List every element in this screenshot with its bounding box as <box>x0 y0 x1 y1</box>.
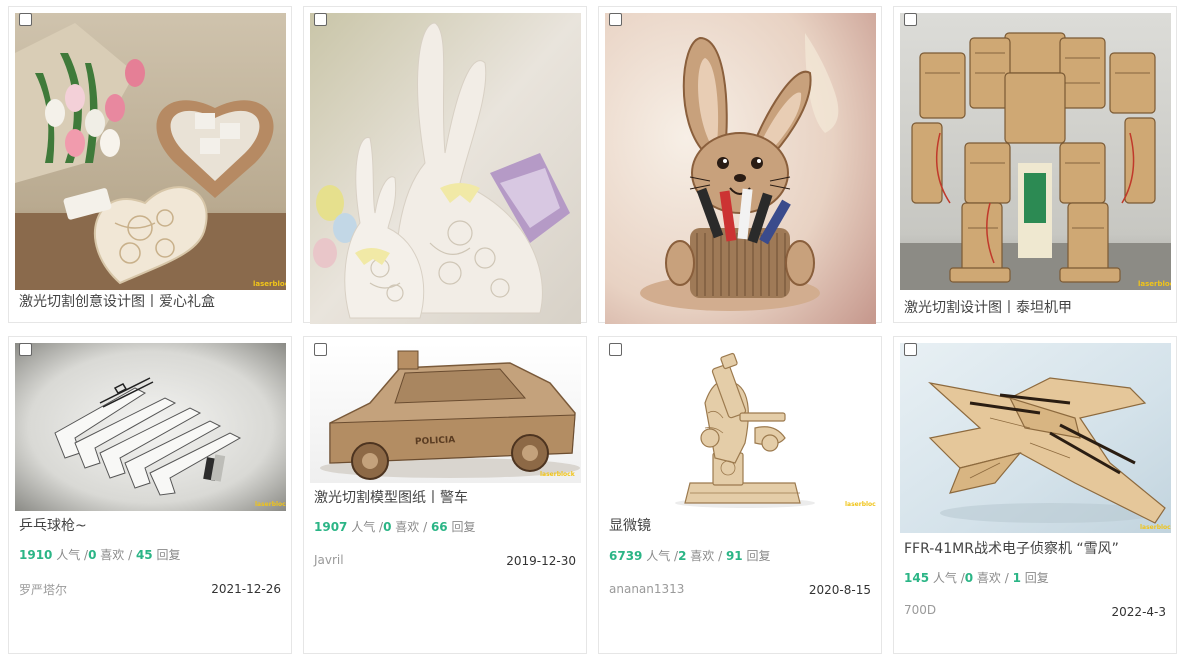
post-card[interactable]: laserblock 乒乓球枪~ 1910 人气 /0 喜欢 / 45 回复 罗… <box>8 336 292 654</box>
post-thumbnail[interactable]: laserblock <box>15 13 286 290</box>
likes-count: 0 <box>964 571 974 585</box>
post-title[interactable]: 激光切割模型图纸丨警车 <box>314 487 468 507</box>
watermark: laserblock <box>255 501 286 508</box>
post-date: 2022-4-3 <box>1111 605 1166 619</box>
post-card[interactable]: laserblock FFR-41MR战术电子侦察机 “雪风” 145 人气 /… <box>893 336 1177 654</box>
post-title[interactable]: 激光切割设计图丨泰坦机甲 <box>904 297 1072 317</box>
post-thumbnail[interactable]: laserblock <box>15 343 286 511</box>
select-checkbox[interactable] <box>904 13 917 26</box>
post-card[interactable]: laserblock 显微镜 6739 人气 /2 喜欢 / 91 回复 ana… <box>598 336 882 654</box>
ping-pong-gun-image: laserblock <box>15 343 286 511</box>
microscope-image: laserblock <box>605 343 876 511</box>
replies-count: 45 <box>135 548 153 562</box>
titan-mech-image: laserblock <box>900 13 1171 290</box>
post-stats: 145 人气 /0 喜欢 / 1 回复 <box>904 571 1049 585</box>
post-stats: 1907 人气 /0 喜欢 / 66 回复 <box>314 520 476 534</box>
select-checkbox[interactable] <box>609 343 622 356</box>
views-count: 145 <box>904 571 930 585</box>
watermark: laserblock <box>1140 524 1171 531</box>
post-card[interactable] <box>303 6 587 324</box>
watermark: laserblock <box>1138 280 1171 288</box>
lace-rabbits-image <box>310 13 581 324</box>
author-name[interactable]: 700D <box>904 603 936 617</box>
post-card[interactable] <box>598 6 882 324</box>
replies-count: 1 <box>1012 571 1021 585</box>
select-checkbox[interactable] <box>904 343 917 356</box>
watermark: laserblock <box>845 501 876 508</box>
jet-plane-image: laserblock <box>900 343 1171 533</box>
select-checkbox[interactable] <box>314 13 327 26</box>
author-name[interactable]: ananan1313 <box>609 582 684 596</box>
post-card[interactable]: laserblock 激光切割创意设计图丨爱心礼盒 <box>8 6 292 323</box>
post-thumbnail[interactable]: laserblock <box>900 13 1171 290</box>
post-thumbnail[interactable]: POLICIA laserblock <box>310 343 581 483</box>
post-thumbnail[interactable] <box>310 13 581 324</box>
watermark: laserblock <box>540 471 576 478</box>
author-name[interactable]: 罗严塔尔 <box>19 581 67 598</box>
select-checkbox[interactable] <box>314 343 327 356</box>
views-count: 6739 <box>609 549 643 563</box>
car-label: POLICIA <box>415 435 456 447</box>
post-thumbnail[interactable]: laserblock <box>605 343 876 511</box>
post-stats: 6739 人气 /2 喜欢 / 91 回复 <box>609 549 771 563</box>
views-count: 1910 <box>19 548 53 562</box>
post-thumbnail[interactable] <box>605 13 876 324</box>
heart-gift-box-image: laserblock <box>15 13 286 290</box>
post-stats: 1910 人气 /0 喜欢 / 45 回复 <box>19 548 181 562</box>
watermark: laserblock <box>253 280 286 288</box>
select-checkbox[interactable] <box>19 13 32 26</box>
post-title[interactable]: 显微镜 <box>609 515 651 535</box>
post-date: 2020-8-15 <box>808 583 871 597</box>
post-title[interactable]: 激光切割创意设计图丨爱心礼盒 <box>19 291 215 311</box>
select-checkbox[interactable] <box>19 343 32 356</box>
author-name[interactable]: Javril <box>314 553 344 567</box>
select-checkbox[interactable] <box>609 13 622 26</box>
replies-count: 66 <box>430 520 448 534</box>
post-date: 2021-12-26 <box>211 582 281 596</box>
police-car-image: POLICIA laserblock <box>310 343 581 483</box>
views-count: 1907 <box>314 520 348 534</box>
post-date: 2019-12-30 <box>506 554 576 568</box>
post-card[interactable]: laserblock 激光切割设计图丨泰坦机甲 <box>893 6 1177 323</box>
post-title[interactable]: FFR-41MR战术电子侦察机 “雪风” <box>904 538 1119 558</box>
replies-count: 91 <box>725 549 743 563</box>
post-title[interactable]: 乒乓球枪~ <box>19 515 87 535</box>
post-thumbnail[interactable]: laserblock <box>900 343 1171 533</box>
post-card[interactable]: POLICIA laserblock 激光切割模型图纸丨警车 1907 人气 /… <box>303 336 587 654</box>
rabbit-pen-holder-image <box>605 13 876 324</box>
